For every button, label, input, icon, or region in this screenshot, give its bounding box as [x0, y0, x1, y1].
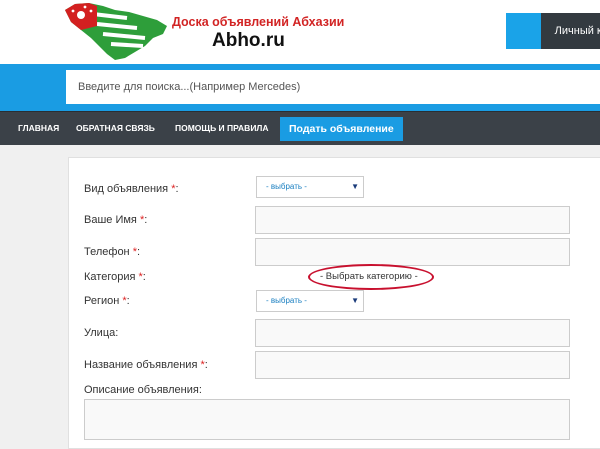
nav-help-rules[interactable]: ПОМОЩЬ И ПРАВИЛА [175, 112, 269, 145]
main-nav: ГЛАВНАЯ ОБРАТНАЯ СВЯЗЬ ПОМОЩЬ И ПРАВИЛА … [0, 111, 600, 145]
ad-type-select-value: - выбрать - [266, 182, 307, 191]
name-label: Ваше Имя *: [84, 214, 148, 226]
site-title[interactable]: Доска объявлений Абхазии [172, 15, 344, 29]
chevron-down-icon: ▼ [351, 296, 359, 305]
site-header: Доска объявлений Абхазии Abho.ru Личный … [0, 0, 600, 64]
nav-home[interactable]: ГЛАВНАЯ [18, 112, 59, 145]
street-label: Улица: [84, 327, 119, 339]
site-domain[interactable]: Abho.ru [212, 30, 285, 52]
abkhazia-map-logo[interactable] [63, 0, 171, 62]
ad-title-input[interactable] [255, 351, 570, 379]
personal-cabinet-button[interactable]: Личный к [506, 13, 600, 49]
cabinet-label: Личный к [554, 25, 600, 37]
street-input[interactable] [255, 319, 570, 347]
ad-type-label: Вид объявления *: [84, 183, 179, 195]
chevron-down-icon: ▼ [351, 182, 359, 191]
cabinet-accent [506, 13, 541, 49]
highlight-ellipse [308, 264, 434, 290]
region-select-value: - выбрать - [266, 296, 307, 305]
post-ad-button[interactable]: Подать объявление [280, 117, 403, 141]
phone-input[interactable] [255, 238, 570, 266]
nav-feedback[interactable]: ОБРАТНАЯ СВЯЗЬ [76, 112, 155, 145]
phone-label: Телефон *: [84, 246, 141, 258]
ad-type-select[interactable]: - выбрать - ▼ [256, 176, 364, 198]
description-textarea[interactable] [84, 399, 570, 440]
region-select[interactable]: - выбрать - ▼ [256, 290, 364, 312]
search-input[interactable] [66, 70, 600, 104]
ad-title-label: Название объявления *: [84, 359, 208, 371]
description-label: Описание объявления: [84, 384, 202, 396]
category-label: Категория *: [84, 271, 146, 283]
name-input[interactable] [255, 206, 570, 234]
region-label: Регион *: [84, 295, 130, 307]
